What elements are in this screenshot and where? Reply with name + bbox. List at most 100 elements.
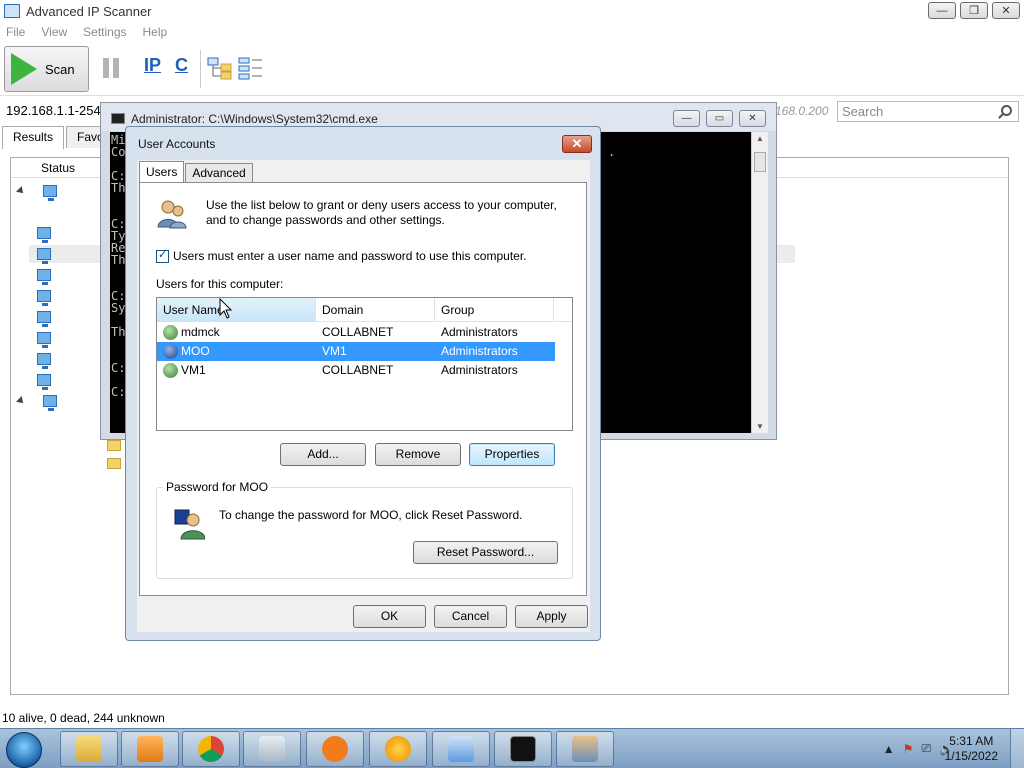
play-icon (11, 53, 37, 85)
scroll-up-icon[interactable]: ▲ (756, 134, 764, 143)
column-user-name[interactable]: User Name (157, 298, 316, 322)
tree-group-row[interactable] (16, 182, 57, 201)
toolbar: Scan IP C (0, 42, 1024, 96)
scan-button[interactable]: Scan (4, 46, 89, 92)
media-player-icon (137, 736, 163, 762)
pause-button[interactable] (103, 58, 119, 78)
cmd-title: Administrator: C:\Windows\System32\cmd.e… (131, 112, 378, 126)
require-password-checkbox[interactable] (156, 248, 169, 263)
reset-password-button[interactable]: Reset Password... (413, 541, 558, 564)
column-group[interactable]: Group (435, 298, 554, 322)
cmd-close-button[interactable]: ✕ (739, 110, 766, 127)
require-password-row[interactable]: Users must enter a user name and passwor… (156, 248, 527, 263)
computer-icon (37, 353, 51, 369)
ip-range-example: 168.0.200 (775, 104, 829, 118)
host-row[interactable] (17, 245, 51, 264)
network-tray-icon[interactable]: ⎚ (921, 741, 931, 756)
scroll-thumb[interactable] (754, 152, 766, 172)
scroll-down-icon[interactable]: ▼ (756, 422, 764, 431)
host-row[interactable] (17, 350, 51, 369)
taskbar-chrome[interactable] (182, 731, 240, 767)
add-user-button[interactable]: Add... (280, 443, 366, 466)
tab-results[interactable]: Results (2, 126, 65, 149)
users-list[interactable]: User Name Domain Group mdmck COLLABNET A… (156, 297, 573, 431)
cmd-icon (510, 736, 536, 762)
password-group-title: Password for MOO (163, 480, 272, 494)
computer-icon (37, 332, 51, 348)
users-tab-panel: Use the list below to grant or deny user… (139, 182, 587, 596)
tree-group-row[interactable] (16, 392, 57, 411)
menu-help[interactable]: Help (143, 25, 168, 39)
result-tabs: Results Favo (0, 126, 115, 149)
users-icon (572, 736, 598, 762)
action-center-icon[interactable]: ⚑ (903, 742, 914, 756)
clock[interactable]: 5:31 AM 1/15/2022 (945, 734, 998, 764)
user-row[interactable]: mdmck COLLABNET Administrators (157, 323, 555, 342)
start-button[interactable] (6, 732, 42, 768)
user-group: Administrators (441, 363, 518, 377)
folder-icon (107, 440, 121, 451)
host-row[interactable] (17, 329, 51, 348)
show-hidden-icons-icon[interactable]: ▲ (883, 742, 895, 756)
users-icon (157, 200, 187, 229)
user-name: MOO (181, 344, 210, 358)
properties-button[interactable]: Properties (469, 443, 555, 466)
host-row[interactable] (17, 266, 51, 285)
host-row[interactable] (17, 287, 51, 306)
expand-all-icon[interactable] (207, 56, 233, 80)
scan-label: Scan (45, 61, 75, 77)
remove-user-button[interactable]: Remove (375, 443, 461, 466)
app-titlebar: Advanced IP Scanner — ❐ ✕ (0, 0, 1024, 22)
menubar: File View Settings Help (0, 22, 1024, 42)
ok-button[interactable]: OK (353, 605, 426, 628)
show-desktop-button[interactable] (1010, 729, 1024, 768)
user-row[interactable]: VM1 COLLABNET Administrators (157, 361, 555, 380)
apply-button[interactable]: Apply (515, 605, 588, 628)
user-domain: COLLABNET (322, 325, 394, 339)
cmd-maximize-button[interactable]: ▭ (706, 110, 733, 127)
computer-icon (43, 395, 57, 411)
ip-icon[interactable]: IP (144, 55, 161, 76)
cancel-button[interactable]: Cancel (434, 605, 507, 628)
status-column-header[interactable]: Status (41, 161, 75, 175)
cmd-minimize-button[interactable]: — (673, 110, 700, 127)
mouse-cursor-icon (219, 298, 233, 319)
column-domain[interactable]: Domain (316, 298, 435, 322)
collapse-all-icon[interactable] (238, 56, 264, 80)
menu-file[interactable]: File (6, 25, 25, 39)
user-domain: VM1 (322, 344, 347, 358)
menu-settings[interactable]: Settings (83, 25, 126, 39)
minimize-button[interactable]: — (928, 2, 956, 19)
menu-view[interactable]: View (41, 25, 67, 39)
system-tray: ▲ ⚑ ⎚ 🔈 (883, 741, 954, 756)
user-row-selected[interactable]: MOO VM1 Administrators (157, 342, 555, 361)
host-row[interactable] (17, 224, 51, 243)
taskbar-vpn[interactable] (369, 731, 427, 767)
host-row[interactable] (17, 371, 51, 390)
host-row[interactable] (17, 308, 51, 327)
antivirus-icon (322, 736, 348, 762)
maximize-button[interactable]: ❐ (960, 2, 988, 19)
dialog-close-button[interactable]: ✕ (562, 135, 592, 153)
search-input[interactable]: Search (837, 101, 1019, 122)
ip-range-input[interactable]: 192.168.1.1-254 (4, 101, 104, 121)
tab-users[interactable]: Users (139, 161, 185, 183)
taskbar-app-gray[interactable] (243, 731, 301, 767)
tab-advanced[interactable]: Advanced (185, 163, 253, 183)
taskbar-media-player[interactable] (121, 731, 179, 767)
expand-arrow-icon[interactable] (16, 186, 26, 196)
search-icon[interactable] (1001, 105, 1012, 116)
users-list-caption: Users for this computer: (156, 277, 284, 291)
taskbar-explorer[interactable] (60, 731, 118, 767)
taskbar-user-accounts[interactable] (556, 731, 614, 767)
password-group: Password for MOO To change the password … (156, 480, 573, 579)
cmd-scrollbar[interactable]: ▲ ▼ (751, 132, 768, 433)
taskbar-avast[interactable] (306, 731, 364, 767)
taskbar-ip-scanner[interactable] (432, 731, 490, 767)
network-icon (448, 736, 474, 762)
taskbar-cmd[interactable] (494, 731, 552, 767)
dialog-content: Users Advanced Use the list below to gra… (137, 160, 590, 632)
close-button[interactable]: ✕ (992, 2, 1020, 19)
c-class-icon[interactable]: C (175, 55, 188, 76)
expand-arrow-icon[interactable] (16, 396, 26, 406)
